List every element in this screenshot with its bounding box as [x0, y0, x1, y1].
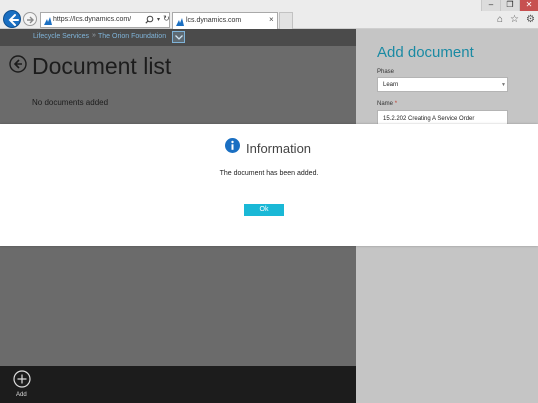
back-arrow-icon[interactable]: [9, 55, 27, 73]
browser-chrome: https://lcs.dynamics.com/Docum ▾ ↻ lcs.d…: [0, 0, 538, 29]
address-bar[interactable]: https://lcs.dynamics.com/Docum ▾ ↻: [40, 12, 170, 28]
dialog-title: Information: [246, 141, 312, 156]
required-marker: *: [394, 101, 398, 107]
name-label: Name *: [377, 101, 397, 107]
information-dialog: Information The document has been added.…: [0, 124, 538, 246]
phase-select[interactable]: Learn ▼: [377, 77, 508, 92]
empty-state-message: No documents added: [32, 98, 109, 107]
settings-gear-icon[interactable]: ⚙: [526, 14, 535, 26]
add-button[interactable]: Add: [11, 370, 33, 400]
close-window-button[interactable]: ✕: [519, 0, 538, 11]
search-icon[interactable]: [145, 15, 154, 24]
favorites-star-icon[interactable]: ☆: [510, 14, 519, 26]
tab-title: lcs.dynamics.com: [186, 17, 242, 24]
chevron-down-icon: ▼: [501, 82, 506, 88]
breadcrumb-lifecycle-services[interactable]: Lifecycle Services: [33, 33, 89, 40]
name-label-text: Name: [377, 101, 394, 107]
page-title: Document list: [32, 53, 172, 79]
browser-back-button[interactable]: [3, 10, 21, 28]
minimize-button[interactable]: –: [481, 0, 500, 11]
new-tab-button[interactable]: [279, 12, 293, 29]
address-text: https://lcs.dynamics.com/Docum: [53, 16, 131, 23]
info-icon: [225, 138, 240, 153]
app-bar: Add: [0, 366, 356, 403]
dialog-message: The document has been added.: [219, 170, 319, 177]
phase-value: Learn: [383, 82, 399, 88]
breadcrumb-project[interactable]: The Orion Foundation: [98, 33, 166, 40]
add-label: Add: [16, 392, 27, 398]
tab-lcs[interactable]: lcs.dynamics.com ×: [172, 12, 278, 29]
refresh-icon[interactable]: ↻: [163, 14, 170, 23]
ok-button[interactable]: Ok: [244, 204, 284, 216]
chevron-down-icon: [175, 35, 183, 40]
name-value: 15.2.202 Creating A Service Order: [383, 116, 475, 122]
arrow-right-icon: [27, 16, 34, 24]
breadcrumb-separator: »: [92, 32, 96, 39]
window-controls: – ❐ ✕: [481, 0, 538, 11]
panel-title: Add document: [377, 44, 474, 61]
breadcrumb: Lifecycle Services » The Orion Foundatio…: [0, 29, 356, 46]
dynamics-logo-icon: [176, 18, 184, 26]
phase-label: Phase: [377, 69, 395, 75]
project-dropdown-button[interactable]: [172, 31, 185, 43]
browser-forward-button[interactable]: [23, 12, 37, 26]
plus-icon: [13, 370, 31, 388]
home-icon[interactable]: ⌂: [497, 14, 503, 26]
tab-close-icon[interactable]: ×: [269, 15, 274, 24]
address-dropdown-icon[interactable]: ▾: [157, 16, 160, 23]
restore-button[interactable]: ❐: [500, 0, 519, 11]
browser-toolbar: ⌂ ☆ ⚙: [497, 14, 535, 26]
dynamics-logo-icon: [44, 17, 52, 25]
arrow-left-icon: [8, 14, 19, 26]
